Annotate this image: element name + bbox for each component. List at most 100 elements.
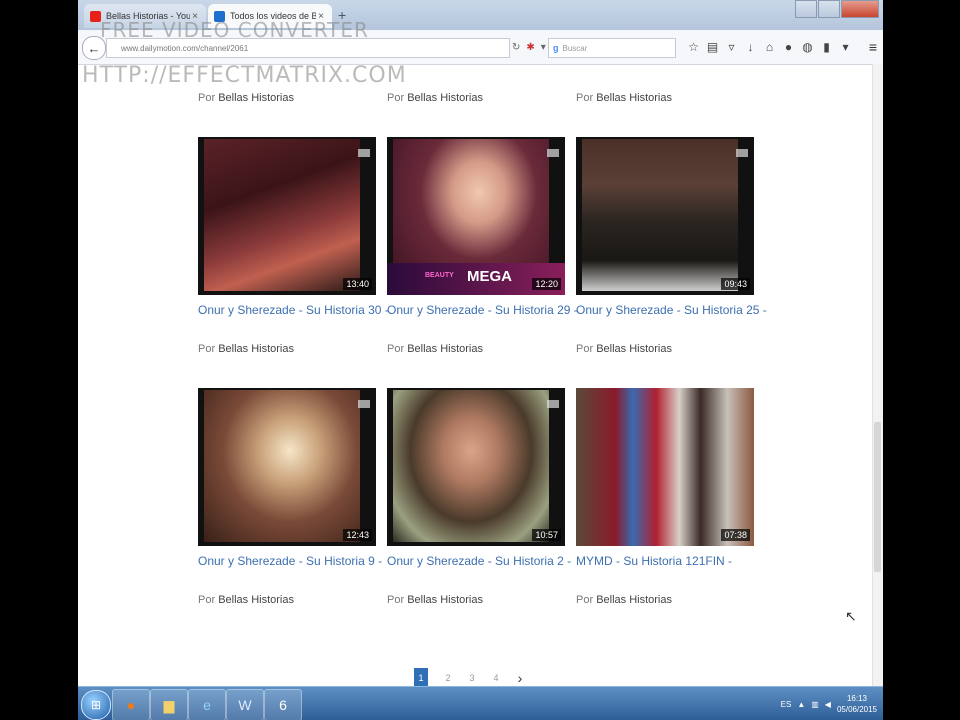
maximize-button[interactable] xyxy=(818,0,840,18)
channel-link[interactable]: Bellas Historias xyxy=(407,92,483,104)
channel-logo-icon xyxy=(736,149,748,157)
channel-logo-icon xyxy=(547,149,559,157)
byline: Por Bellas Historias xyxy=(387,92,483,104)
arrow-left-icon: ← xyxy=(87,40,101,56)
video-card[interactable]: BEAUTY MEGA 12:20 Onur y Sherezade - Su … xyxy=(387,137,578,355)
word-icon: W xyxy=(238,697,252,713)
byline: Por Bellas Historias xyxy=(198,92,294,104)
channel-link[interactable]: Bellas Historias xyxy=(218,343,294,355)
pocket-icon[interactable]: ▿ xyxy=(722,40,741,54)
chat-icon[interactable]: ● xyxy=(779,40,798,54)
video-duration: 10:57 xyxy=(532,529,561,541)
scrollbar-thumb[interactable] xyxy=(874,422,881,572)
channel-link[interactable]: Bellas Historias xyxy=(596,594,672,606)
phone-icon[interactable]: ▮ xyxy=(817,40,836,54)
byline: Por Bellas Historias xyxy=(387,594,483,606)
page-3-button[interactable]: 3 xyxy=(460,668,484,686)
search-placeholder: Buscar xyxy=(562,43,588,53)
volume-icon[interactable]: ◀ xyxy=(825,700,831,709)
thumbnail-image xyxy=(582,139,738,291)
video-duration: 13:40 xyxy=(343,278,372,290)
channel-link[interactable]: Bellas Historias xyxy=(407,343,483,355)
pagination: 1 2 3 4 › xyxy=(414,668,532,686)
taskbar-app-six[interactable]: 6 xyxy=(264,689,302,720)
mouse-cursor-icon: ↖ xyxy=(845,608,857,624)
clock-time: 16:13 xyxy=(846,694,867,703)
video-title-link[interactable]: MYMD - Su Historia 121FIN - xyxy=(576,554,732,568)
thumbnail-image xyxy=(393,390,549,542)
firefox-icon: ● xyxy=(126,697,136,713)
shield-icon[interactable]: ◍ xyxy=(798,40,817,54)
app-6-icon: 6 xyxy=(279,697,287,713)
video-thumbnail[interactable]: 12:43 xyxy=(198,388,376,546)
reload-icon[interactable]: ↻ xyxy=(512,42,520,53)
page-1-button[interactable]: 1 xyxy=(414,668,428,686)
channel-link[interactable]: Bellas Historias xyxy=(596,92,672,104)
clock-date: 05/06/2015 xyxy=(836,705,877,714)
search-bar[interactable]: g Buscar xyxy=(548,38,676,58)
channel-link[interactable]: Bellas Historias xyxy=(218,594,294,606)
video-thumbnail[interactable]: 10:57 xyxy=(387,388,565,546)
byline-prefix: Por xyxy=(387,343,405,355)
video-title-link[interactable]: Onur y Sherezade - Su Historia 30 - xyxy=(198,303,389,317)
video-title-link[interactable]: Onur y Sherezade - Su Historia 9 - xyxy=(198,554,382,568)
video-card[interactable]: 13:40 Onur y Sherezade - Su Historia 30 … xyxy=(198,137,389,355)
video-title-link[interactable]: Onur y Sherezade - Su Historia 25 - xyxy=(576,303,767,317)
clipboard-icon[interactable]: ▤ xyxy=(703,40,722,54)
video-thumbnail[interactable]: 13:40 xyxy=(198,137,376,295)
video-title-link[interactable]: Onur y Sherezade - Su Historia 2 - xyxy=(387,554,571,568)
dropdown-icon[interactable]: ▾ xyxy=(541,42,546,53)
url-bar-actions: ↻ ✱ ▾ xyxy=(512,42,546,53)
video-thumbnail[interactable]: 09:43 xyxy=(576,137,754,295)
hamburger-menu-icon[interactable]: ≡ xyxy=(869,39,877,55)
video-card[interactable]: 10:57 Onur y Sherezade - Su Historia 2 -… xyxy=(387,388,571,606)
page-2-button[interactable]: 2 xyxy=(436,668,460,686)
byline-prefix: Por xyxy=(198,594,216,606)
network-icon[interactable]: ▥ xyxy=(811,700,819,709)
window-close-button[interactable] xyxy=(841,0,879,18)
channel-link[interactable]: Bellas Historias xyxy=(218,92,294,104)
byline-prefix: Por xyxy=(576,92,594,104)
byline: Por Bellas Historias xyxy=(387,343,483,355)
page-4-button[interactable]: 4 xyxy=(484,668,508,686)
minimize-button[interactable] xyxy=(795,0,817,18)
folder-icon: ▆ xyxy=(163,696,175,713)
window-controls xyxy=(794,0,879,18)
language-indicator[interactable]: ES xyxy=(781,700,792,709)
channel-link[interactable]: Bellas Historias xyxy=(596,343,672,355)
tray-arrow-icon[interactable]: ▲ xyxy=(797,700,805,709)
banner-small-text: BEAUTY xyxy=(425,272,454,279)
channel-logo-icon xyxy=(358,149,370,157)
video-duration: 12:43 xyxy=(343,529,372,541)
start-button[interactable]: ⊞ xyxy=(81,690,111,720)
taskbar-app-ie[interactable]: e xyxy=(188,689,226,720)
page-content: Por Bellas Historias Por Bellas Historia… xyxy=(78,64,883,686)
watermark-line-1: FREE VIDEO CONVERTER xyxy=(100,18,369,42)
video-card[interactable]: 07:38 MYMD - Su Historia 121FIN - Por Be… xyxy=(576,388,754,606)
byline-prefix: Por xyxy=(387,92,405,104)
channel-link[interactable]: Bellas Historias xyxy=(407,594,483,606)
url-text: www.dailymotion.com/channel/2061 xyxy=(121,43,249,53)
video-card[interactable]: 12:43 Onur y Sherezade - Su Historia 9 -… xyxy=(198,388,382,606)
star-icon[interactable]: ☆ xyxy=(684,40,703,54)
video-card[interactable]: 09:43 Onur y Sherezade - Su Historia 25 … xyxy=(576,137,767,355)
browser-window: Bellas Historias - YouTube × Todos los v… xyxy=(78,0,883,720)
home-icon[interactable]: ⌂ xyxy=(760,40,779,54)
taskbar-app-firefox[interactable]: ● xyxy=(112,689,150,720)
page-scrollbar[interactable] xyxy=(872,64,883,686)
download-icon[interactable]: ↓ xyxy=(741,40,760,54)
video-thumbnail[interactable]: 07:38 xyxy=(576,388,754,546)
dropdown-icon[interactable]: ▾ xyxy=(836,40,855,54)
windows-logo-icon: ⊞ xyxy=(90,698,102,712)
byline-prefix: Por xyxy=(576,343,594,355)
taskbar-app-explorer[interactable]: ▆ xyxy=(150,689,188,720)
system-clock[interactable]: 16:13 05/06/2015 xyxy=(837,693,877,715)
next-page-button[interactable]: › xyxy=(508,668,532,686)
video-thumbnail[interactable]: BEAUTY MEGA 12:20 xyxy=(387,137,565,295)
addon-icon[interactable]: ✱ xyxy=(526,42,534,53)
video-duration: 12:20 xyxy=(532,278,561,290)
ie-icon: e xyxy=(203,697,211,713)
byline: Por Bellas Historias xyxy=(576,92,672,104)
video-title-link[interactable]: Onur y Sherezade - Su Historia 29 - xyxy=(387,303,578,317)
taskbar-app-word[interactable]: W xyxy=(226,689,264,720)
